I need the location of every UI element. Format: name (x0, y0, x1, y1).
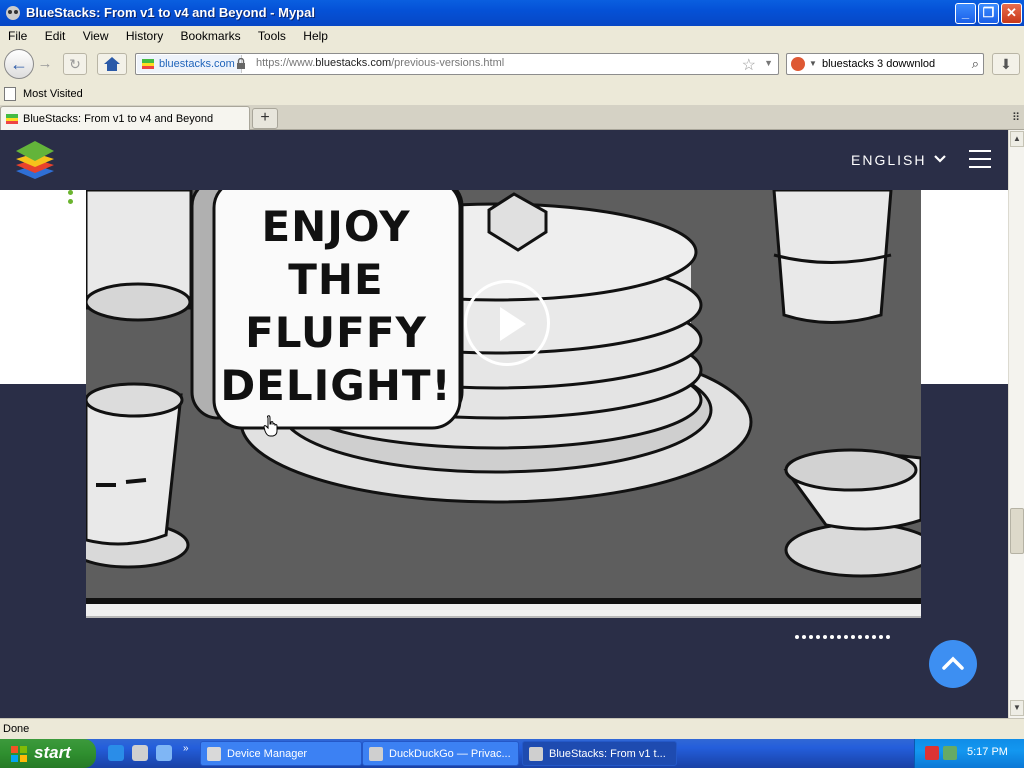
bluestacks-logo[interactable] (14, 138, 56, 182)
carousel-dot[interactable] (809, 635, 813, 639)
mypal-quicklaunch-icon[interactable] (132, 745, 148, 761)
tab-title: BlueStacks: From v1 to v4 and Beyond (23, 113, 214, 125)
network-icon[interactable] (943, 746, 957, 760)
internet-explorer-icon[interactable] (108, 745, 124, 761)
bookmarks-toolbar: Most Visited (0, 83, 1024, 105)
bookmark-star-icon[interactable]: ☆ (742, 55, 756, 75)
search-engine-dropdown[interactable]: ▼ (809, 59, 817, 68)
home-button[interactable] (97, 53, 127, 75)
url-bar[interactable]: bluestacks.com https://www.bluestacks.co… (135, 53, 779, 75)
quicklaunch-chevron[interactable]: » (183, 743, 189, 754)
language-selector[interactable]: ENGLISH (851, 152, 926, 168)
scrollbar-thumb[interactable] (1010, 508, 1024, 554)
lock-icon (237, 58, 245, 69)
maximize-button[interactable]: ❐ (978, 3, 999, 24)
navigation-toolbar: ← → ↻ bluestacks.com https://www.bluesta… (0, 46, 1024, 82)
page-icon (4, 87, 16, 101)
scroll-down-arrow[interactable]: ▼ (1010, 700, 1024, 716)
chevron-down-icon[interactable] (933, 152, 947, 166)
device-manager-icon (207, 747, 221, 761)
start-button[interactable]: start (0, 739, 96, 768)
menu-bookmarks[interactable]: Bookmarks (173, 26, 247, 43)
menu-history[interactable]: History (118, 26, 169, 43)
video-frame-illustration (86, 190, 921, 616)
menu-view[interactable]: View (75, 26, 115, 43)
carousel-pagination[interactable] (795, 628, 893, 642)
url-text: https://www.bluestacks.com/previous-vers… (256, 57, 505, 69)
task-bluestacks[interactable]: BlueStacks: From v1 t... (522, 741, 677, 766)
back-button[interactable]: ← (4, 49, 34, 79)
window-title: BlueStacks: From v1 to v4 and Beyond - M… (26, 5, 315, 20)
carousel-dot[interactable] (802, 635, 806, 639)
task-device-manager[interactable]: Device Manager (200, 741, 362, 766)
menu-help[interactable]: Help (295, 26, 334, 43)
site-identity-button[interactable]: bluestacks.com (137, 55, 242, 73)
vertical-scrollbar[interactable]: ▲ ▼ (1008, 130, 1024, 718)
carousel-dot[interactable] (879, 635, 883, 639)
bluestacks-favicon (6, 114, 18, 124)
task-duckduckgo[interactable]: DuckDuckGo — Privac... (362, 741, 519, 766)
window-title-bar: BlueStacks: From v1 to v4 and Beyond - M… (0, 0, 1024, 26)
carousel-dot[interactable] (851, 635, 855, 639)
start-label: start (34, 743, 71, 762)
mypal-icon (529, 747, 543, 761)
carousel-dot[interactable] (823, 635, 827, 639)
chevron-up-icon (942, 656, 964, 670)
forward-button[interactable]: → (35, 55, 55, 73)
carousel-dot[interactable] (795, 635, 799, 639)
scroll-to-top-button[interactable] (929, 640, 977, 688)
menu-tools[interactable]: Tools (250, 26, 292, 43)
video-caption: ENJOY THE FLUFFY DELIGHT! (220, 202, 452, 410)
carousel-dot[interactable] (837, 635, 841, 639)
scroll-up-arrow[interactable]: ▲ (1010, 131, 1024, 147)
search-icon[interactable]: ⌕ (972, 56, 979, 72)
status-bar: Done (0, 718, 1024, 739)
downloads-button[interactable]: ⬇ (992, 53, 1020, 75)
page-content: ENGLISH ENJOY THE FLUFFY DELIGHT! (0, 130, 1008, 718)
duckduckgo-icon[interactable] (791, 57, 805, 71)
reload-button[interactable]: ↻ (63, 53, 87, 75)
site-identity-label: bluestacks.com (159, 58, 235, 70)
mypal-app-icon (6, 6, 20, 20)
home-icon (104, 57, 120, 71)
search-bar[interactable]: ▼ bluestacks 3 dowwnlod ⌕ (786, 53, 984, 75)
windows-flag-icon (11, 746, 27, 762)
hamburger-menu-icon[interactable] (969, 150, 991, 170)
play-icon (500, 307, 526, 341)
menu-bar: File Edit View History Bookmarks Tools H… (0, 26, 1024, 46)
new-tab-button[interactable]: + (252, 108, 278, 129)
close-button[interactable]: ✕ (1001, 3, 1022, 24)
carousel-dot[interactable] (886, 635, 890, 639)
tab-bar: BlueStacks: From v1 to v4 and Beyond + ⠿ (0, 105, 1024, 130)
play-video-button[interactable] (464, 280, 550, 366)
menu-file[interactable]: File (0, 26, 33, 43)
most-visited-bookmark[interactable]: Most Visited (23, 88, 83, 100)
carousel-dot[interactable] (865, 635, 869, 639)
carousel-dot[interactable] (830, 635, 834, 639)
windows-taskbar: start » Device Manager DuckDuckGo — Priv… (0, 739, 1024, 768)
url-history-dropdown[interactable]: ▼ (764, 58, 773, 68)
carousel-dot[interactable] (858, 635, 862, 639)
clock[interactable]: 5:17 PM (967, 746, 1008, 758)
tab-list-icon[interactable]: ⠿ (1012, 111, 1020, 124)
video-player[interactable]: ENJOY THE FLUFFY DELIGHT! (86, 190, 921, 618)
search-input[interactable]: bluestacks 3 dowwnlod (822, 58, 935, 70)
carousel-dot[interactable] (844, 635, 848, 639)
minimize-button[interactable]: _ (955, 3, 976, 24)
carousel-dot[interactable] (872, 635, 876, 639)
system-tray: 5:17 PM (914, 739, 1024, 768)
tab-bluestacks[interactable]: BlueStacks: From v1 to v4 and Beyond (0, 106, 250, 130)
menu-edit[interactable]: Edit (37, 26, 72, 43)
mypal-icon (369, 747, 383, 761)
green-dots-decoration (68, 190, 74, 208)
site-header: ENGLISH (0, 130, 1008, 190)
mouse-cursor-icon (263, 415, 278, 437)
show-desktop-icon[interactable] (156, 745, 172, 761)
carousel-dot[interactable] (816, 635, 820, 639)
status-text: Done (3, 723, 30, 735)
bluestacks-favicon (142, 59, 154, 69)
security-shield-icon[interactable] (925, 746, 939, 760)
